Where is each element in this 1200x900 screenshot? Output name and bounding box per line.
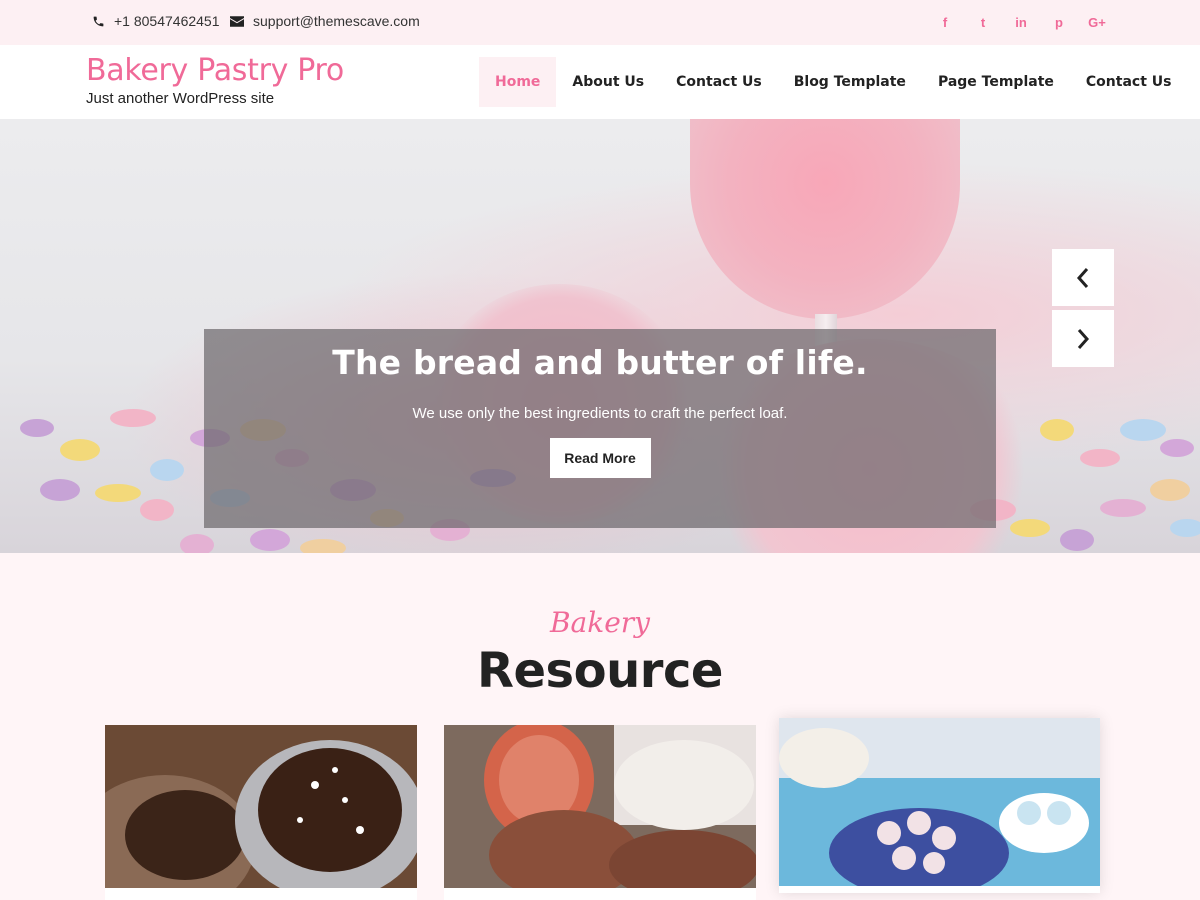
nav-item-page-template[interactable]: Page Template [922, 57, 1070, 107]
candy-decoration [1150, 479, 1190, 501]
email-address: support@themescave.com [253, 13, 420, 29]
candy-decoration [1100, 499, 1146, 517]
candy-decoration [150, 459, 184, 481]
phone-icon [93, 16, 104, 26]
candy-decoration [1060, 529, 1094, 551]
section-title: Resource [477, 643, 723, 699]
candy-decoration [1010, 519, 1050, 537]
site-title[interactable]: Bakery Pastry Pro [86, 53, 344, 88]
main-nav: Home About Us Contact Us Blog Template P… [479, 57, 1187, 107]
candy-decoration [180, 534, 214, 553]
candy-decoration [1170, 519, 1200, 537]
slider-prev-button[interactable] [1052, 249, 1114, 306]
twitter-icon[interactable]: t [976, 14, 990, 30]
nav-item-contact-us-2[interactable]: Contact Us [1070, 57, 1188, 107]
candy-decoration [140, 499, 174, 521]
pinterest-icon[interactable]: p [1052, 14, 1066, 30]
hero-title: The bread and butter of life. [332, 343, 868, 382]
top-bar: +1 80547462451 support@themescave.com f … [0, 0, 1200, 45]
candy-decoration [1040, 419, 1074, 441]
linkedin-icon[interactable]: in [1014, 14, 1028, 30]
site-header: Bakery Pastry Pro Just another WordPress… [0, 45, 1200, 119]
hero-image-ice-cream-glass [690, 119, 960, 319]
card-image-cake-pops [779, 718, 1100, 886]
hero-text: We use only the best ingredients to craf… [412, 405, 788, 422]
nav-item-about-us[interactable]: About Us [556, 57, 660, 107]
site-tagline: Just another WordPress site [86, 90, 275, 107]
candy-decoration [40, 479, 80, 501]
nav-item-home[interactable]: Home [479, 57, 557, 107]
resource-card[interactable] [444, 725, 756, 900]
resource-card[interactable] [105, 725, 417, 900]
candy-decoration [250, 529, 290, 551]
phone-number: +1 80547462451 [114, 13, 220, 29]
candy-decoration [300, 539, 346, 553]
phone-contact[interactable]: +1 80547462451 [92, 13, 220, 29]
hero-caption: The bread and butter of life. We use onl… [204, 329, 996, 528]
chevron-right-icon [1077, 328, 1090, 349]
candy-decoration [110, 409, 156, 427]
candy-decoration [1160, 439, 1194, 457]
card-image-cookies [444, 725, 756, 888]
card-image-muffins [105, 725, 417, 888]
hero-slider: The bread and butter of life. We use onl… [0, 119, 1200, 553]
candy-decoration [1080, 449, 1120, 467]
slider-next-button[interactable] [1052, 310, 1114, 367]
nav-item-contact-us[interactable]: Contact Us [660, 57, 778, 107]
facebook-icon[interactable]: f [938, 14, 952, 30]
google-plus-icon[interactable]: G+ [1088, 14, 1106, 30]
chevron-left-icon [1076, 267, 1089, 288]
resource-card[interactable] [779, 718, 1100, 893]
section-subtitle: Bakery [549, 606, 650, 639]
candy-decoration [20, 419, 54, 437]
candy-decoration [95, 484, 141, 502]
candy-decoration [1120, 419, 1166, 441]
candy-decoration [60, 439, 100, 461]
nav-item-blog-template[interactable]: Blog Template [778, 57, 922, 107]
email-contact[interactable]: support@themescave.com [230, 13, 420, 29]
envelope-icon [230, 15, 244, 27]
social-links: f t in p G+ [938, 14, 1128, 30]
read-more-button[interactable]: Read More [549, 438, 651, 478]
